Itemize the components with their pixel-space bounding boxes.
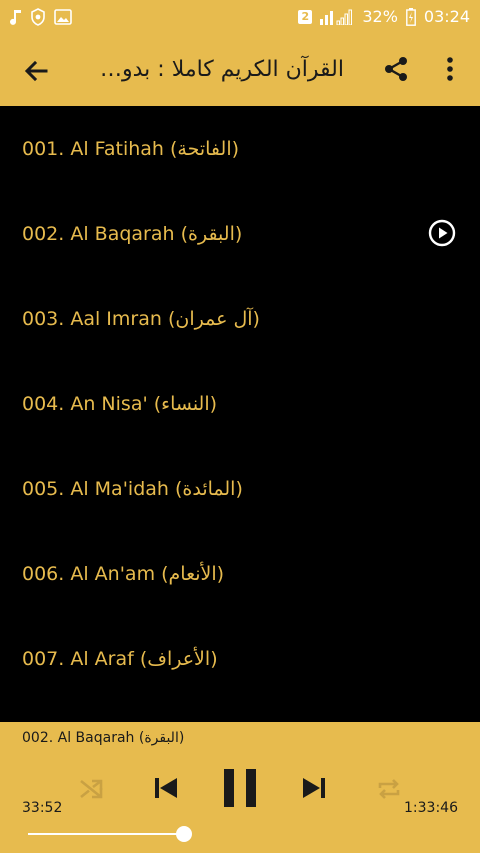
elapsed-time: 33:52 — [22, 800, 63, 816]
pause-icon — [224, 769, 256, 807]
total-time: 1:33:46 — [404, 800, 458, 816]
seek-thumb[interactable] — [176, 826, 192, 842]
now-playing-title: 002. Al Baqarah (البقرة) — [22, 730, 185, 746]
skip-next-icon — [303, 778, 325, 798]
track-item-3[interactable]: 003. Aal Imran (آل عمران) — [0, 276, 480, 361]
track-label: 006. Al An'am (الأنعام) — [22, 562, 225, 585]
next-button[interactable] — [296, 768, 334, 808]
music-note-icon — [10, 9, 22, 25]
status-left — [10, 7, 72, 26]
share-button[interactable] — [376, 49, 416, 89]
repeat-button[interactable] — [370, 770, 408, 808]
status-bar: 2 32% 03:24 — [0, 0, 480, 33]
back-button[interactable] — [16, 51, 56, 91]
app-bar: القرآن الكريم كاملا : بدو… — [0, 33, 480, 106]
track-label: 002. Al Baqarah (البقرة) — [22, 222, 243, 245]
shuffle-icon — [80, 779, 103, 799]
shield-icon — [30, 7, 46, 26]
track-item-2[interactable]: 002. Al Baqarah (البقرة) — [0, 191, 480, 276]
seek-track — [28, 833, 184, 835]
track-list: 001. Al Fatihah (الفاتحة) 002. Al Baqara… — [0, 106, 480, 722]
track-label: 004. An Nisa' (النساء) — [22, 392, 218, 415]
more-vertical-icon — [447, 57, 453, 81]
player-bar: 002. Al Baqarah (البقرة) 33:52 1:33:46 — [0, 722, 480, 853]
track-label: 003. Aal Imran (آل عمران) — [22, 307, 260, 330]
previous-button[interactable] — [146, 768, 184, 808]
battery-charging-icon — [405, 7, 416, 26]
seek-bar[interactable] — [28, 824, 192, 844]
track-label: 007. Al Araf (الأعراف) — [22, 647, 218, 670]
sim-badge: 2 — [298, 9, 313, 24]
battery-percent: 32% — [362, 7, 398, 26]
signal-icon — [320, 9, 354, 25]
more-options-button[interactable] — [432, 49, 468, 89]
pause-button[interactable] — [218, 762, 262, 814]
arrow-left-icon — [24, 60, 48, 82]
track-item-5[interactable]: 005. Al Ma'idah (المائدة) — [0, 446, 480, 531]
track-item-4[interactable]: 004. An Nisa' (النساء) — [0, 361, 480, 446]
skip-previous-icon — [155, 778, 177, 798]
share-icon — [385, 57, 407, 81]
shuffle-button[interactable] — [72, 770, 110, 808]
play-circle-icon — [428, 219, 456, 247]
status-right: 2 32% 03:24 — [298, 7, 470, 26]
page-title: القرآن الكريم كاملا : بدو… — [100, 57, 344, 82]
repeat-icon — [378, 779, 400, 799]
track-item-1[interactable]: 001. Al Fatihah (الفاتحة) — [0, 106, 480, 191]
track-item-7[interactable]: 007. Al Araf (الأعراف) — [0, 616, 480, 701]
track-label: 005. Al Ma'idah (المائدة) — [22, 477, 243, 500]
track-item-6[interactable]: 006. Al An'am (الأنعام) — [0, 531, 480, 616]
track-label: 001. Al Fatihah (الفاتحة) — [22, 137, 240, 160]
clock: 03:24 — [423, 7, 470, 26]
image-icon — [54, 8, 72, 25]
